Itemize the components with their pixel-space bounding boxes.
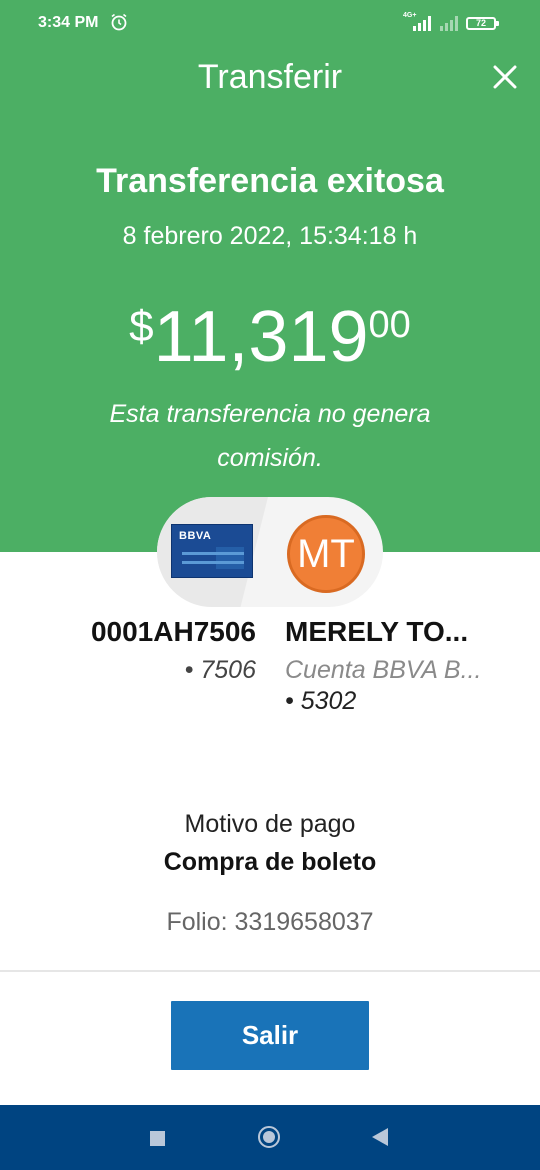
accounts-pill: BBVA MT bbox=[157, 497, 383, 607]
payment-reason-value: Compra de boleto bbox=[163, 848, 377, 876]
destination-account: MERELY TO... Cuenta BBVA B... • 5302 bbox=[285, 616, 515, 716]
success-headline: Transferencia exitosa bbox=[96, 162, 444, 200]
destination-account-digits: • 5302 bbox=[285, 687, 357, 715]
card-stripe bbox=[182, 552, 244, 555]
card-stripe bbox=[182, 561, 244, 564]
payment-reason-label: Motivo de pago bbox=[184, 810, 356, 838]
origin-account-name: 0001AH7506 bbox=[90, 616, 256, 647]
transfer-amount: $11,31900 bbox=[0, 296, 540, 378]
status-bar: 3:34 PM 4G+ 72 bbox=[0, 0, 540, 48]
battery-level: 72 bbox=[475, 18, 486, 28]
divider bbox=[0, 970, 540, 972]
card-chip bbox=[216, 547, 244, 569]
status-time: 3:34 PM bbox=[38, 14, 99, 31]
bbva-card-icon: BBVA bbox=[171, 524, 253, 578]
destination-account-type: Cuenta BBVA B... bbox=[285, 656, 482, 684]
folio-number: Folio: 3319658037 bbox=[166, 908, 374, 936]
origin-account: 0001AH7506 • 7506 bbox=[28, 616, 256, 685]
battery-icon: 72 bbox=[466, 17, 499, 30]
amount-currency: $ bbox=[129, 302, 154, 351]
exit-button[interactable]: Salir bbox=[171, 1001, 369, 1070]
amount-cents: 00 bbox=[368, 304, 411, 346]
bbva-logo: BBVA bbox=[179, 530, 212, 542]
amount-main: 11,319 bbox=[153, 297, 369, 377]
recipient-avatar: MT bbox=[287, 515, 365, 593]
transfer-date: 8 febrero 2022, 15:34:18 h bbox=[122, 222, 418, 250]
signal-weak-icon bbox=[440, 16, 458, 31]
alarm-icon bbox=[111, 13, 127, 31]
page-title: Transferir bbox=[197, 58, 343, 96]
recent-apps-icon[interactable] bbox=[150, 1131, 165, 1146]
fee-note: Esta transferencia no genera comisión. bbox=[109, 400, 431, 472]
signal-icon bbox=[413, 16, 431, 31]
close-icon[interactable] bbox=[488, 60, 522, 94]
destination-name: MERELY TO... bbox=[285, 616, 469, 647]
origin-account-digits: • 7506 bbox=[184, 656, 256, 684]
home-icon[interactable] bbox=[258, 1126, 280, 1148]
back-icon[interactable] bbox=[372, 1128, 388, 1146]
